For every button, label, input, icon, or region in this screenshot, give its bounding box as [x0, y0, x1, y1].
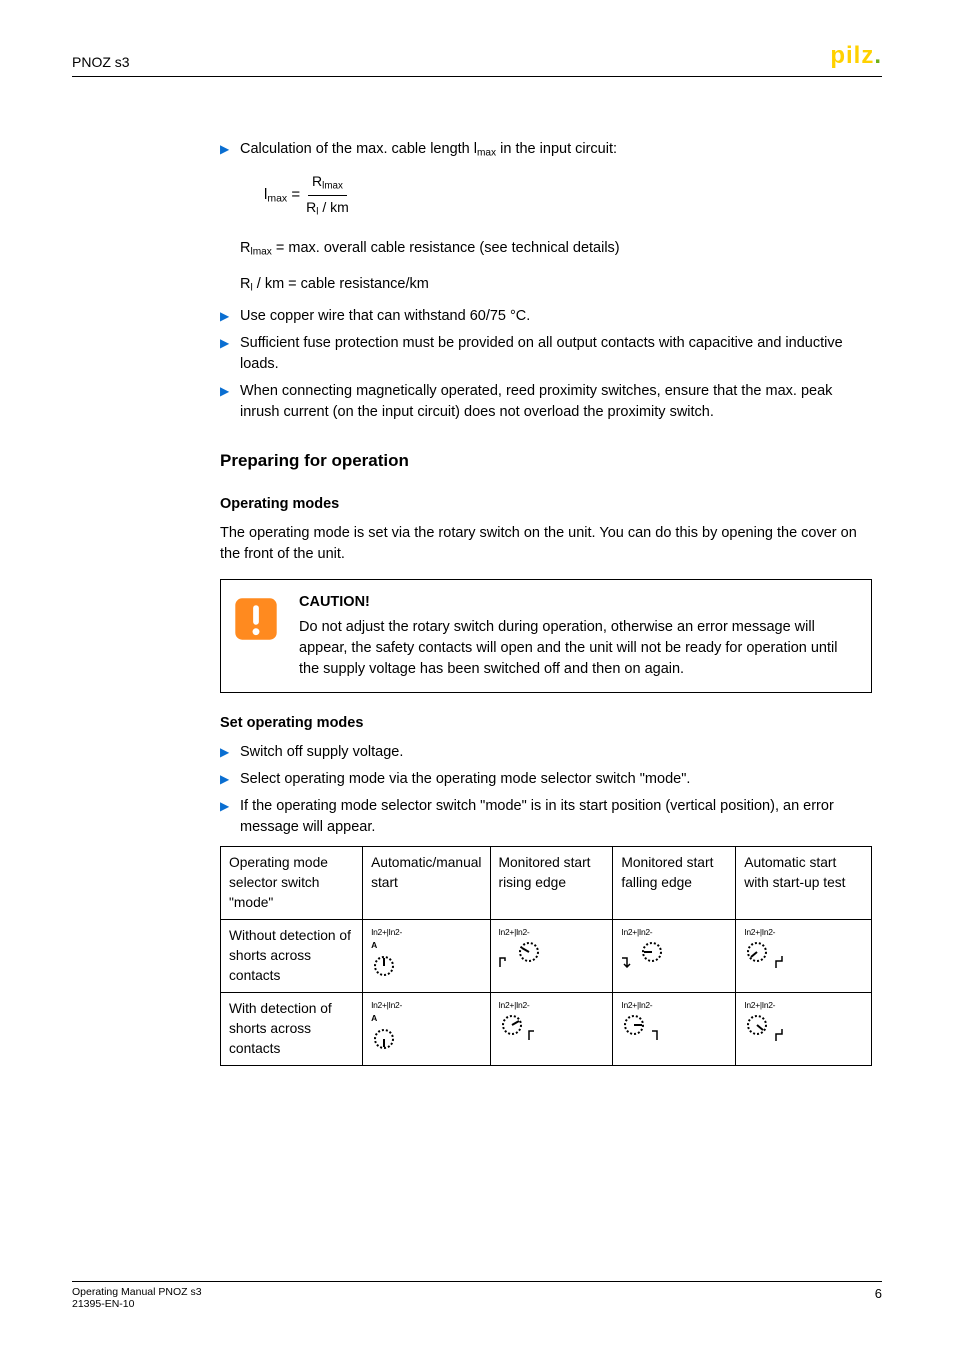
triangle-bullet-icon: ▶ — [220, 333, 240, 375]
footer-page-number: 6 — [875, 1286, 882, 1310]
caution-title: CAUTION! — [299, 592, 857, 613]
col-auto-manual: Automatic/manual start — [363, 846, 490, 919]
col-mode: Operating mode selector switch "mode" — [221, 846, 363, 919]
mode-icon-cell: In2+|In2- — [490, 919, 613, 992]
row-with-detection: With detection of shorts across contacts — [221, 992, 363, 1065]
footer-doc-id: 21395-EN-10 — [72, 1298, 202, 1310]
formula-lmax: lmax = Rlmax Rl / km — [264, 171, 872, 219]
dial-icon — [516, 939, 542, 965]
bullet-text: If the operating mode selector switch "m… — [240, 796, 872, 838]
test-pulse-icon — [774, 955, 784, 969]
caution-box: CAUTION! Do not adjust the rotary switch… — [220, 579, 872, 693]
footer-manual-title: Operating Manual PNOZ s3 — [72, 1286, 202, 1298]
bullet-select-mode: ▶ Select operating mode via the operatin… — [220, 769, 872, 790]
col-falling-edge: Monitored start falling edge — [613, 846, 736, 919]
bullet-switch-off: ▶ Switch off supply voltage. — [220, 742, 872, 763]
note-rlmax: Rlmax = max. overall cable resistance (s… — [240, 238, 872, 260]
brand-logo: pilz. — [830, 42, 882, 70]
bullet-text: When connecting magnetically operated, r… — [240, 381, 872, 423]
dial-icon — [371, 953, 397, 979]
mode-icon-cell: In2+|In2- — [736, 919, 872, 992]
falling-edge-icon — [651, 1029, 665, 1041]
dial-icon — [371, 1026, 397, 1052]
table-row: Without detection of shorts across conta… — [221, 919, 872, 992]
table-header-row: Operating mode selector switch "mode" Au… — [221, 846, 872, 919]
para-operating-modes: The operating mode is set via the rotary… — [220, 523, 872, 565]
caution-body: Do not adjust the rotary switch during o… — [299, 617, 857, 680]
table-row: With detection of shorts across contacts… — [221, 992, 872, 1065]
heading-set-operating-modes: Set operating modes — [220, 713, 872, 734]
dial-icon — [499, 1012, 525, 1038]
bullet-start-position: ▶ If the operating mode selector switch … — [220, 796, 872, 838]
note-rl-km: Rl / km = cable resistance/km — [240, 274, 872, 296]
rising-edge-icon — [528, 1029, 542, 1041]
heading-operating-modes: Operating modes — [220, 494, 872, 515]
mode-icon-cell: In2+|In2- — [613, 919, 736, 992]
page-header: PNOZ s3 pilz. — [72, 0, 882, 77]
col-rising-edge: Monitored start rising edge — [490, 846, 613, 919]
triangle-bullet-icon: ▶ — [220, 306, 240, 327]
bullet-fuse-protection: ▶ Sufficient fuse protection must be pro… — [220, 333, 872, 375]
header-title: PNOZ s3 — [72, 54, 130, 70]
falling-edge-icon — [621, 956, 635, 968]
row-without-detection: Without detection of shorts across conta… — [221, 919, 363, 992]
mode-icon-cell: In2+|In2- — [736, 992, 872, 1065]
dial-icon — [621, 1012, 647, 1038]
bullet-text: Select operating mode via the operating … — [240, 769, 872, 790]
triangle-bullet-icon: ▶ — [220, 769, 240, 790]
mode-icon-cell: In2+|In2- A — [363, 919, 490, 992]
triangle-bullet-icon: ▶ — [220, 381, 240, 423]
mode-icon-cell: In2+|In2- A — [363, 992, 490, 1065]
bullet-text: Sufficient fuse protection must be provi… — [240, 333, 872, 375]
bullet-text: Calculation of the max. cable length lma… — [240, 139, 872, 161]
bullet-text: Use copper wire that can withstand 60/75… — [240, 306, 872, 327]
mode-icon-cell: In2+|In2- — [613, 992, 736, 1065]
rising-edge-icon — [499, 956, 513, 968]
logo-text: pilz — [830, 42, 874, 69]
triangle-bullet-icon: ▶ — [220, 139, 240, 161]
test-pulse-icon — [774, 1028, 784, 1042]
logo-dot-icon: . — [874, 42, 882, 69]
heading-preparing: Preparing for operation — [220, 449, 872, 474]
triangle-bullet-icon: ▶ — [220, 796, 240, 838]
caution-icon — [233, 592, 283, 649]
dial-icon — [744, 1012, 770, 1038]
bullet-copper-wire: ▶ Use copper wire that can withstand 60/… — [220, 306, 872, 327]
bullet-text: Switch off supply voltage. — [240, 742, 872, 763]
dial-icon — [639, 939, 665, 965]
fraction: Rlmax Rl / km — [306, 171, 349, 219]
page-footer: Operating Manual PNOZ s3 21395-EN-10 6 — [72, 1281, 882, 1310]
operating-modes-table: Operating mode selector switch "mode" Au… — [220, 846, 872, 1066]
col-auto-startup: Automatic start with start-up test — [736, 846, 872, 919]
dial-icon — [744, 939, 770, 965]
bullet-reed-switch: ▶ When connecting magnetically operated,… — [220, 381, 872, 423]
triangle-bullet-icon: ▶ — [220, 742, 240, 763]
mode-icon-cell: In2+|In2- — [490, 992, 613, 1065]
bullet-calc-length: ▶ Calculation of the max. cable length l… — [220, 139, 872, 161]
